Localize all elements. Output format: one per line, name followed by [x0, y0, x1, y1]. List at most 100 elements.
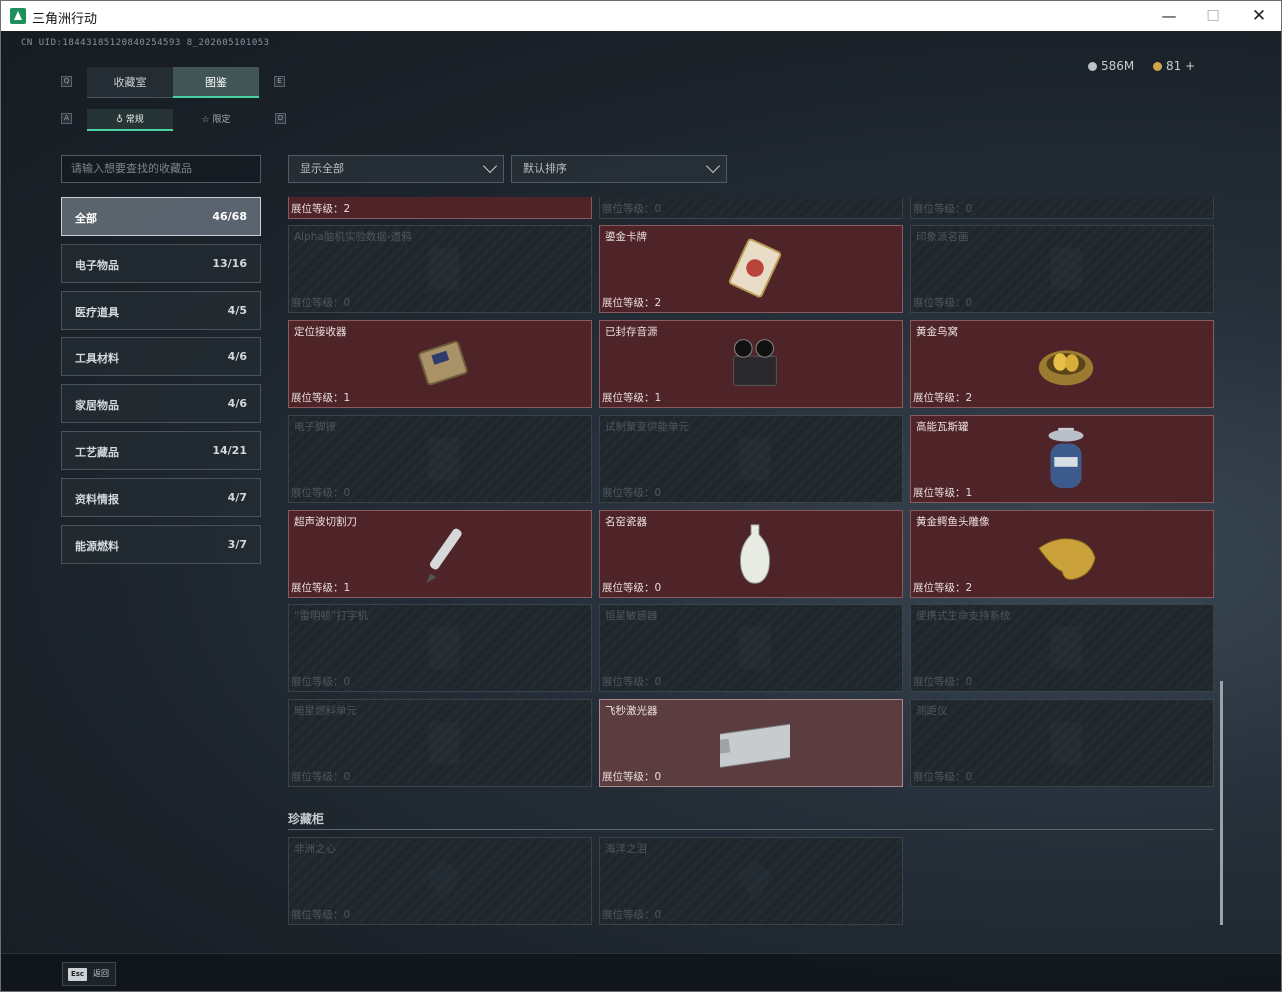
subtab-regular-label: 常规 [125, 115, 144, 125]
golden-nest-icon [1038, 350, 1094, 386]
category-count: 14/21 [212, 444, 247, 457]
collection-card[interactable]: 黄金鸟窝 展位等级：2 [910, 320, 1214, 408]
category-item[interactable]: 工艺藏品 14/21 [61, 431, 261, 470]
minimize-icon[interactable]: — [1154, 5, 1184, 27]
subtab-limited-label: 限定 [212, 115, 231, 125]
app-logo-icon [10, 8, 26, 24]
currency-silver: 586M [1088, 59, 1134, 73]
title-bar: 三角洲行动 — ☐ ✕ [1, 1, 1281, 31]
currency-silver-value: 586M [1101, 59, 1135, 73]
key-hint-e: E [274, 76, 285, 87]
item-name: 超声波切割刀 [294, 516, 357, 528]
collection-card[interactable]: 测距仪 展位等级：0 [910, 699, 1214, 787]
collection-card[interactable]: 已封存音源 展位等级：1 [599, 320, 903, 408]
collection-card[interactable]: 名窑瓷器展位等级：0 [599, 510, 903, 598]
collection-card[interactable]: 定位接收器 展位等级：1 [288, 320, 592, 408]
item-name: 鎏金卡牌 [605, 231, 647, 243]
game-screen: CN UID:18443185120840254593 8_2026051010… [1, 31, 1281, 991]
collection-card[interactable]: “雷明顿”打字机 展位等级：0 [288, 604, 592, 692]
item-level: 展位等级：1 [913, 487, 973, 499]
typewriter-icon [428, 626, 460, 670]
tab-catalog[interactable]: 图鉴 [173, 67, 259, 98]
category-count: 13/16 [212, 256, 247, 270]
item-name: 黄金鸟窝 [916, 326, 958, 338]
category-label: 工具材料 [75, 352, 119, 366]
collection-card[interactable]: 印象派名画 展位等级：0 [910, 225, 1214, 313]
category-item[interactable]: 电子物品 13/16 [61, 243, 261, 283]
life-support-icon [1050, 626, 1082, 670]
collection-card[interactable]: 展位等级：0 [910, 197, 1214, 219]
item-name: “雷明顿”打字机 [294, 610, 368, 622]
showcase-card[interactable]: 海洋之泪 展位等级：0 [599, 837, 903, 925]
key-hint-q: Q [61, 76, 72, 87]
category-item[interactable]: 家居物品 4/6 [61, 384, 261, 424]
collection-card[interactable]: 鎏金卡牌展位等级：2 [599, 225, 903, 313]
ankle-monitor-icon [428, 437, 460, 481]
item-name: 便携式生命支持系统 [916, 610, 1011, 622]
collection-card[interactable]: 展位等级：2 [288, 197, 592, 219]
category-label: 电子物品 [75, 258, 119, 272]
grid-scrollbar[interactable] [1220, 681, 1223, 925]
chevron-down-icon [482, 158, 498, 174]
category-item[interactable]: 资料情报 4/7 [61, 477, 261, 517]
golden-crocodile-icon [1038, 538, 1096, 581]
item-name: 黄金鳄鱼头雕像 [916, 516, 990, 528]
item-name: 定位接收器 [294, 326, 347, 338]
category-item[interactable]: 工具材料 4/6 [61, 337, 261, 377]
item-name: Alpha脑机实验数据-遗鸦 [294, 231, 412, 243]
category-label: 工艺藏品 [75, 446, 119, 459]
collection-card[interactable]: 暗星燃料单元 展位等级：0 [288, 699, 592, 787]
painting-icon [1050, 247, 1082, 291]
currency-gold[interactable]: 81 + [1153, 59, 1195, 73]
category-count: 4/7 [227, 490, 247, 504]
collection-card[interactable]: 便携式生命支持系统 展位等级：0 [910, 604, 1214, 692]
item-level: 展位等级：0 [602, 909, 662, 921]
filter-dropdown-value: 显示全部 [300, 162, 344, 175]
item-level: 展位等级：0 [291, 297, 351, 309]
item-level: 展位等级：2 [291, 203, 351, 215]
item-name: 测距仪 [916, 705, 948, 717]
collection-card[interactable]: 恒星敏感器 展位等级：0 [599, 604, 903, 692]
collection-card[interactable]: 高能瓦斯罐展位等级：1 [910, 415, 1214, 503]
ultrasonic-cutter-icon [426, 528, 462, 584]
gem-icon [426, 859, 462, 905]
back-button[interactable]: Esc 返回 [62, 962, 116, 986]
category-item[interactable]: 能源燃料 3/7 [61, 524, 261, 564]
item-level: 展位等级：1 [291, 582, 351, 594]
item-level: 展位等级：0 [602, 771, 662, 783]
collection-card[interactable]: 试制聚变供能单元 展位等级：0 [599, 415, 903, 503]
collection-card[interactable]: 展位等级：0 [599, 197, 903, 219]
subtab-regular[interactable]: ♁ 常规 [87, 109, 173, 131]
category-item[interactable]: 医疗道具 4/5 [61, 290, 261, 330]
sort-dropdown[interactable]: 默认排序 [511, 155, 727, 183]
collection-card[interactable]: 黄金鳄鱼头雕像 展位等级：2 [910, 510, 1214, 598]
femtosecond-laser-icon [720, 719, 790, 773]
collection-card[interactable]: 飞秒激光器 展位等级：0 [599, 699, 903, 787]
tab-collection-room[interactable]: 收藏室 [87, 67, 173, 98]
collection-card[interactable]: 电子脚镣 展位等级：0 [288, 415, 592, 503]
silver-coin-icon [1088, 62, 1097, 71]
gold-coin-icon [409, 197, 479, 210]
showcase-card[interactable]: 非洲之心 展位等级：0 [288, 837, 592, 925]
item-level: 展位等级：2 [602, 297, 662, 309]
category-label: 资料情报 [75, 492, 119, 506]
collection-card[interactable]: Alpha脑机实验数据-遗鸦 展位等级：0 [288, 225, 592, 313]
search-input[interactable]: 请输入想要查找的收藏品 [61, 155, 261, 183]
filter-dropdown[interactable]: 显示全部 [288, 155, 504, 183]
star-sensor-icon [739, 626, 771, 670]
tape-recorder-icon [733, 339, 777, 386]
currency-gold-value: 81 + [1166, 59, 1196, 73]
sort-dropdown-value: 默认排序 [523, 162, 567, 175]
gem-icon [737, 859, 773, 905]
category-item[interactable]: 全部 46/68 [61, 197, 261, 236]
close-icon[interactable]: ✕ [1244, 5, 1274, 27]
category-count: 46/68 [212, 210, 247, 223]
item-name: 名窑瓷器 [605, 516, 647, 528]
section-divider [288, 829, 1214, 830]
maximize-icon[interactable]: ☐ [1198, 5, 1228, 27]
subtab-limited[interactable]: ☆ 限定 [173, 109, 259, 131]
collection-card[interactable]: 超声波切割刀 展位等级：1 [288, 510, 592, 598]
back-button-label: 返回 [93, 969, 109, 978]
item-name: 高能瓦斯罐 [916, 421, 969, 433]
item-level: 展位等级：0 [602, 582, 662, 594]
